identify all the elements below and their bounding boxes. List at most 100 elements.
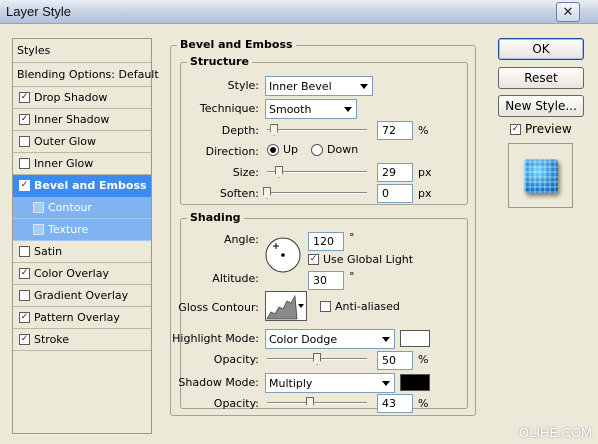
soften-slider-thumb[interactable] <box>263 187 271 199</box>
close-icon: ✕ <box>562 4 574 20</box>
checkbox-icon <box>320 301 331 312</box>
highlight-color-swatch[interactable] <box>400 330 430 347</box>
shadow-opacity-thumb[interactable] <box>306 397 314 409</box>
highlight-mode-value: Color Dodge <box>269 332 338 346</box>
highlight-opacity-slider[interactable] <box>267 353 367 365</box>
highlight-opacity-value: 50 <box>382 354 396 367</box>
checkbox-icon: ✓ <box>308 254 319 265</box>
reset-button[interactable]: Reset <box>498 67 584 89</box>
preview-swatch-image <box>524 159 558 193</box>
gloss-contour-picker[interactable] <box>265 291 307 321</box>
shadow-mode-value: Multiply <box>269 376 313 390</box>
soften-slider[interactable] <box>263 187 367 199</box>
checkbox-icon[interactable]: ✓ <box>19 92 30 103</box>
style-select[interactable]: Inner Bevel <box>265 76 373 96</box>
style-item-gradient-overlay[interactable]: Gradient Overlay <box>13 285 151 307</box>
style-item-texture[interactable]: Texture <box>13 219 151 241</box>
checkbox-icon[interactable] <box>19 136 30 147</box>
depth-input[interactable]: 72 <box>377 121 413 140</box>
highlight-opacity-label: Opacity: <box>213 353 259 366</box>
structure-group: Structure Style: Inner Bevel Technique: … <box>180 55 468 205</box>
highlight-opacity-input[interactable]: 50 <box>377 351 413 370</box>
checkbox-icon[interactable]: ✓ <box>19 114 30 125</box>
style-item-label: Inner Glow <box>34 157 94 170</box>
style-item-color-overlay[interactable]: ✓ Color Overlay <box>13 263 151 285</box>
highlight-mode-label: Highlight Mode: <box>172 332 259 345</box>
style-item-bevel-and-emboss[interactable]: ✓ Bevel and Emboss <box>13 175 151 197</box>
angle-dial-icon[interactable] <box>264 236 302 274</box>
style-item-stroke[interactable]: ✓ Stroke <box>13 329 151 351</box>
window-title: Layer Style <box>6 4 72 19</box>
structure-title: Structure <box>187 55 252 68</box>
technique-value: Smooth <box>269 102 312 116</box>
checkbox-icon[interactable]: ✓ <box>19 334 30 345</box>
style-item-label: Stroke <box>34 333 70 346</box>
style-item-outer-glow[interactable]: Outer Glow <box>13 131 151 153</box>
radio-down-icon <box>311 144 323 156</box>
size-unit: px <box>418 166 432 179</box>
size-slider[interactable] <box>267 166 367 178</box>
angle-input[interactable]: 120 <box>308 232 344 251</box>
style-item-drop-shadow[interactable]: ✓ Drop Shadow <box>13 87 151 109</box>
style-item-label: Contour <box>48 201 92 214</box>
style-item-label: Outer Glow <box>34 135 97 148</box>
shadow-opacity-slider[interactable] <box>267 397 367 409</box>
style-item-pattern-overlay[interactable]: ✓ Pattern Overlay <box>13 307 151 329</box>
altitude-label: Altitude: <box>212 272 259 285</box>
checkbox-icon[interactable] <box>19 246 30 257</box>
use-global-light-checkbox[interactable]: ✓ Use Global Light <box>308 253 413 266</box>
altitude-unit: ° <box>349 270 355 283</box>
depth-slider-thumb[interactable] <box>270 124 279 136</box>
checkbox-icon[interactable]: ✓ <box>19 268 30 279</box>
angle-value: 120 <box>313 235 334 248</box>
checkbox-icon[interactable] <box>33 224 44 235</box>
new-style-button[interactable]: New Style... <box>498 95 584 117</box>
soften-value: 0 <box>382 187 389 200</box>
shadow-opacity-label: Opacity: <box>213 397 259 410</box>
anti-aliased-checkbox[interactable]: Anti-aliased <box>320 300 400 313</box>
style-item-inner-shadow[interactable]: ✓ Inner Shadow <box>13 109 151 131</box>
style-item-satin[interactable]: Satin <box>13 241 151 263</box>
angle-unit: ° <box>349 231 355 244</box>
gloss-contour-label: Gloss Contour: <box>178 301 259 314</box>
depth-unit: % <box>418 124 429 137</box>
direction-up-radio[interactable]: Up <box>267 143 298 156</box>
shadow-mode-select[interactable]: Multiply <box>265 373 395 393</box>
shadow-opacity-input[interactable]: 43 <box>377 394 413 413</box>
direction-down-radio[interactable]: Down <box>311 143 358 156</box>
preview-checkbox[interactable]: ✓ Preview <box>510 122 572 136</box>
checkbox-icon[interactable] <box>19 290 30 301</box>
shading-title: Shading <box>187 211 244 224</box>
angle-label: Angle: <box>223 233 259 246</box>
altitude-input[interactable]: 30 <box>308 271 344 290</box>
chevron-down-icon <box>360 84 368 89</box>
highlight-mode-select[interactable]: Color Dodge <box>265 329 395 349</box>
styles-header-label: Styles <box>17 44 51 57</box>
checkbox-icon[interactable]: ✓ <box>19 180 30 191</box>
size-input[interactable]: 29 <box>377 163 413 182</box>
style-item-contour[interactable]: Contour <box>13 197 151 219</box>
checkbox-icon[interactable] <box>19 158 30 169</box>
blending-options-label: Blending Options: Default <box>17 68 159 81</box>
depth-slider[interactable] <box>267 124 367 136</box>
technique-select[interactable]: Smooth <box>265 99 357 119</box>
chevron-down-icon <box>382 337 390 342</box>
anti-aliased-label: Anti-aliased <box>335 300 400 313</box>
close-button[interactable]: ✕ <box>556 2 580 22</box>
highlight-opacity-thumb[interactable] <box>313 353 321 365</box>
size-slider-thumb[interactable] <box>275 166 283 178</box>
style-item-label: Texture <box>48 223 89 236</box>
chevron-down-icon <box>344 107 352 112</box>
size-label: Size: <box>232 166 259 179</box>
shading-group: Shading Angle: 120 ° ✓ Use Global Light A… <box>172 211 468 413</box>
depth-value: 72 <box>382 124 396 137</box>
style-item-inner-glow[interactable]: Inner Glow <box>13 153 151 175</box>
ok-button[interactable]: OK <box>498 38 584 60</box>
style-preview-thumbnail <box>508 143 573 208</box>
checkbox-icon[interactable]: ✓ <box>19 312 30 323</box>
soften-input[interactable]: 0 <box>377 184 413 203</box>
styles-header[interactable]: Styles <box>13 39 151 63</box>
shadow-color-swatch[interactable] <box>400 374 430 391</box>
checkbox-icon[interactable] <box>33 202 44 213</box>
blending-options[interactable]: Blending Options: Default <box>13 63 159 87</box>
